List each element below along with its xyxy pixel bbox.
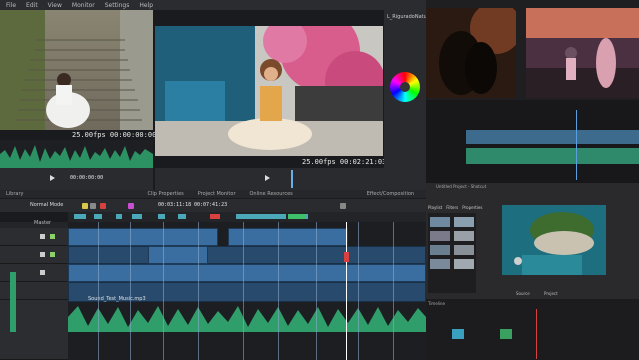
- tab-filters[interactable]: Filters: [446, 205, 458, 210]
- clip[interactable]: [68, 264, 426, 282]
- clip-monitor-controls: 00:00:00:00: [0, 168, 153, 190]
- clip[interactable]: [148, 246, 208, 264]
- menu-monitor[interactable]: Monitor: [72, 2, 95, 9]
- mode-select[interactable]: Normal Mode: [30, 202, 63, 208]
- tab-playlist[interactable]: Playlist: [428, 205, 442, 210]
- clip[interactable]: [68, 228, 218, 246]
- premiere-video-clip[interactable]: [466, 130, 639, 144]
- shotcut-source-label[interactable]: Source: [516, 291, 530, 296]
- shotcut-title: Untitled Project - Shotcut: [436, 184, 487, 189]
- shotcut-window: Untitled Project - Shotcut Playlist Filt…: [426, 183, 639, 360]
- project-monitor-image: [155, 26, 383, 156]
- effect-file-label: L_RiguradoNature: [387, 14, 427, 20]
- premiere-source-monitor: [426, 8, 516, 98]
- clip[interactable]: [68, 246, 426, 264]
- razor-tool-icon[interactable]: [82, 203, 88, 209]
- clip-monitor-image: [0, 10, 153, 130]
- premiere-program-monitor: [526, 8, 639, 98]
- project-monitor-controls: [155, 168, 385, 190]
- tab-library[interactable]: Library: [6, 191, 23, 197]
- menu-file[interactable]: File: [6, 2, 16, 9]
- shotcut-track-clip[interactable]: [452, 329, 464, 339]
- menu-edit[interactable]: Edit: [26, 2, 38, 9]
- lock-icon-2[interactable]: [40, 252, 45, 257]
- tab-clip-properties[interactable]: Clip Properties: [147, 191, 183, 197]
- timeline-area[interactable]: Sound_Test_Music.mp3: [68, 222, 426, 360]
- premiere-timeline[interactable]: [426, 100, 639, 183]
- track-v2[interactable]: [0, 246, 68, 264]
- kdenlive-menubar: File Edit View Monitor Settings Help: [0, 0, 426, 10]
- project-monitor: [155, 26, 383, 156]
- shotcut-playhead[interactable]: [536, 309, 537, 359]
- red-marker[interactable]: [344, 252, 349, 262]
- kdenlive-tabbar: Library Clip Properties Project Monitor …: [0, 190, 426, 198]
- spacer-tool-icon[interactable]: [100, 203, 106, 209]
- shotcut-track-clip[interactable]: [500, 329, 512, 339]
- shotcut-project-label[interactable]: Project: [544, 291, 558, 296]
- timeline-playhead[interactable]: [346, 222, 347, 360]
- tab-online-resources[interactable]: Online Resources: [250, 191, 293, 197]
- menu-help[interactable]: Help: [139, 2, 153, 9]
- clip-monitor: [0, 10, 153, 130]
- timeline-ruler[interactable]: [68, 212, 426, 222]
- lock-icon[interactable]: [40, 234, 45, 239]
- mute-icon[interactable]: [50, 234, 55, 239]
- menu-settings[interactable]: Settings: [105, 2, 130, 9]
- mute-icon-2[interactable]: [50, 252, 55, 257]
- clip-monitor-position: 00:00:00:00: [70, 175, 104, 181]
- track-headers: Master: [0, 220, 68, 360]
- tab-properties[interactable]: Properties: [462, 205, 482, 210]
- lock-icon-3[interactable]: [40, 270, 45, 275]
- tab-project-monitor[interactable]: Project Monitor: [198, 191, 236, 197]
- shotcut-tabs: Playlist Filters Properties: [428, 205, 482, 210]
- timeline-tc-2: 00:07:41:23: [194, 202, 228, 208]
- clip-monitor-timecode: 25.00fps 00:00:00:00: [72, 131, 157, 139]
- premiere-audio-clip[interactable]: [466, 148, 639, 164]
- timeline-tc-1: 00:03:11:18: [158, 202, 192, 208]
- menu-view[interactable]: View: [48, 2, 62, 9]
- clip-monitor-waveform: [0, 140, 153, 168]
- project-monitor-timecode: 25.00fps 00:02:21:03: [302, 158, 387, 166]
- premiere-window: [426, 0, 639, 183]
- playhead-marker[interactable]: [291, 170, 293, 188]
- project-play-icon[interactable]: [265, 175, 270, 181]
- premiere-playhead[interactable]: [576, 110, 577, 180]
- effects-panel: L_RiguradoNature: [384, 10, 427, 190]
- audio-meter: [10, 272, 16, 332]
- shotcut-playlist[interactable]: [428, 213, 476, 293]
- clip[interactable]: [228, 228, 348, 246]
- select-tool-icon[interactable]: [90, 203, 96, 209]
- color-wheel-center: [400, 82, 410, 92]
- timeline-toolbar: Normal Mode 00:03:11:18 00:07:41:23: [0, 199, 426, 212]
- tab-effect-composition[interactable]: Effect/Composition: [367, 191, 414, 197]
- snap-icon[interactable]: [128, 203, 134, 209]
- shotcut-timeline-label: Timeline: [428, 301, 446, 306]
- zoom-icon[interactable]: [340, 203, 346, 209]
- play-icon[interactable]: [50, 175, 55, 181]
- track-v3[interactable]: [0, 228, 68, 246]
- master-label: Master: [34, 220, 52, 226]
- shotcut-preview: [502, 205, 606, 275]
- audio-waveform[interactable]: [68, 302, 426, 332]
- shotcut-timeline[interactable]: Timeline: [426, 299, 639, 360]
